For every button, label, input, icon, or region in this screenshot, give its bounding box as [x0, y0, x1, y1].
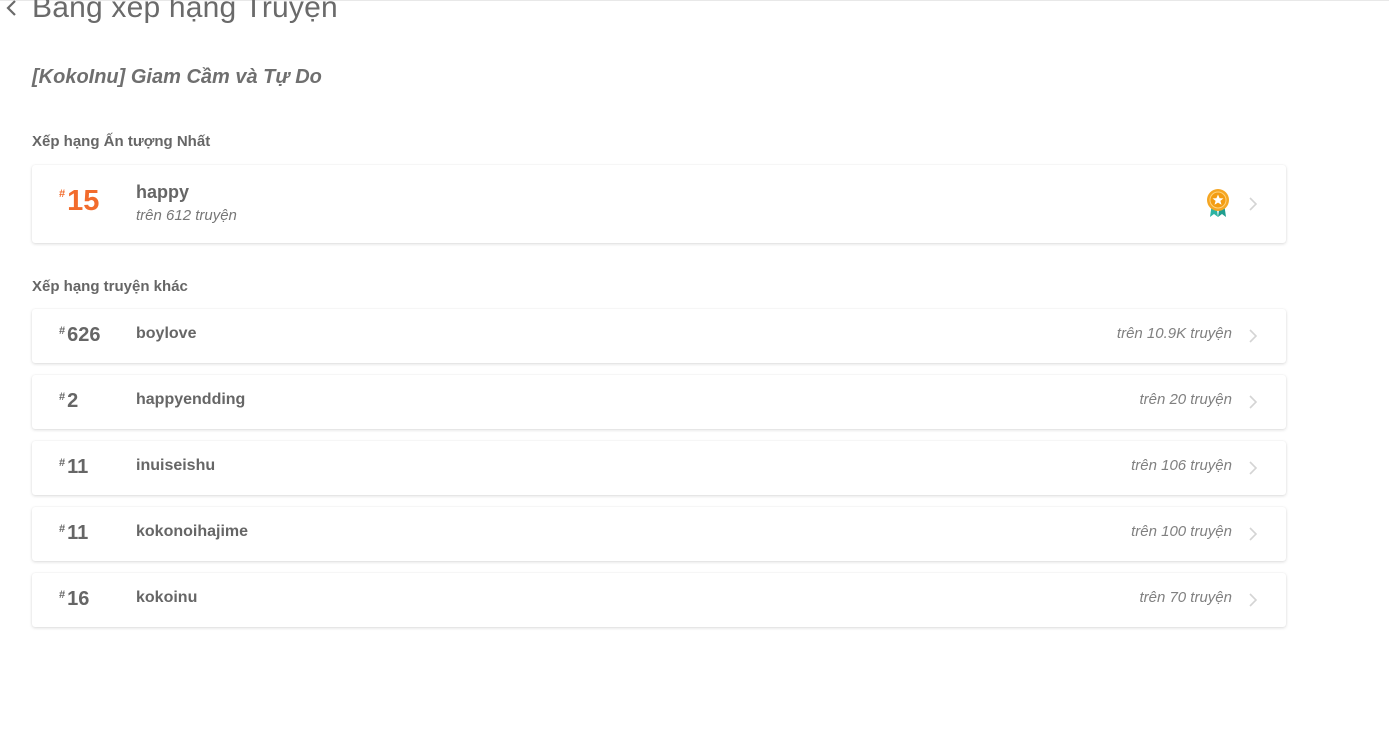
rank-number: 11: [67, 456, 89, 478]
chevron-right-icon: [1249, 527, 1258, 541]
rank-number: 16: [67, 588, 90, 610]
row-tag-count: trên 106 truyện: [1131, 457, 1232, 474]
ranking-row[interactable]: #16 kokoinu trên 70 truyện: [32, 573, 1286, 627]
row-rank: #16: [59, 587, 89, 611]
rank-hash: #: [59, 457, 66, 469]
ranking-row[interactable]: #11 inuiseishu trên 106 truyện: [32, 441, 1286, 495]
row-tag-name: kokonoihajime: [136, 523, 249, 540]
row-tag-count: trên 20 truyện: [1139, 391, 1232, 408]
row-rank: #11: [59, 455, 88, 479]
row-tag-name: kokoinu: [136, 589, 198, 606]
chevron-left-icon: [6, 0, 16, 16]
row-rank: #11: [59, 521, 88, 545]
back-button[interactable]: [0, 0, 24, 23]
page-header: Bảng xếp hạng Truyện: [0, 0, 338, 30]
row-tag-name: happyendding: [136, 391, 246, 408]
chevron-right-icon: [1249, 329, 1258, 343]
row-tag-count: trên 100 truyện: [1131, 523, 1232, 540]
rank-number: 11: [67, 522, 89, 544]
ranking-row[interactable]: #626 boylove trên 10.9K truyện: [32, 309, 1286, 363]
row-rank: #626: [59, 323, 101, 347]
ranking-row[interactable]: #11 kokonoihajime trên 100 truyện: [32, 507, 1286, 561]
rank-number: 2: [67, 390, 79, 412]
row-tag-count: trên 10.9K truyện: [1116, 325, 1232, 342]
chevron-right-icon: [1249, 197, 1258, 211]
medal-icon: [1207, 189, 1229, 217]
featured-ranking-card[interactable]: #15 happy trên 612 truyện: [32, 165, 1286, 243]
rank-hash: #: [59, 325, 66, 337]
page-title: Bảng xếp hạng Truyện: [32, 0, 338, 24]
featured-tag-count: trên 612 truyện: [136, 207, 237, 224]
row-tag-name: boylove: [136, 325, 197, 342]
story-title: [KokoInu] Giam Cầm và Tự Do: [32, 66, 322, 88]
rank-hash: #: [59, 391, 66, 403]
chevron-right-icon: [1249, 395, 1258, 409]
featured-section-title: Xếp hạng Ấn tượng Nhất: [32, 133, 211, 150]
rank-hash: #: [59, 188, 66, 200]
rank-number: 626: [67, 324, 101, 346]
rank-number: 15: [67, 185, 100, 217]
rank-hash: #: [59, 589, 66, 601]
rank-hash: #: [59, 523, 66, 535]
row-rank: #2: [59, 389, 78, 413]
featured-rank: #15: [59, 186, 99, 216]
chevron-right-icon: [1249, 593, 1258, 607]
row-tag-name: inuiseishu: [136, 457, 216, 474]
chevron-right-icon: [1249, 461, 1258, 475]
featured-tag-name: happy: [136, 182, 190, 202]
ranking-row[interactable]: #2 happyendding trên 20 truyện: [32, 375, 1286, 429]
other-section-title: Xếp hạng truyện khác: [32, 278, 188, 295]
row-tag-count: trên 70 truyện: [1139, 589, 1232, 606]
